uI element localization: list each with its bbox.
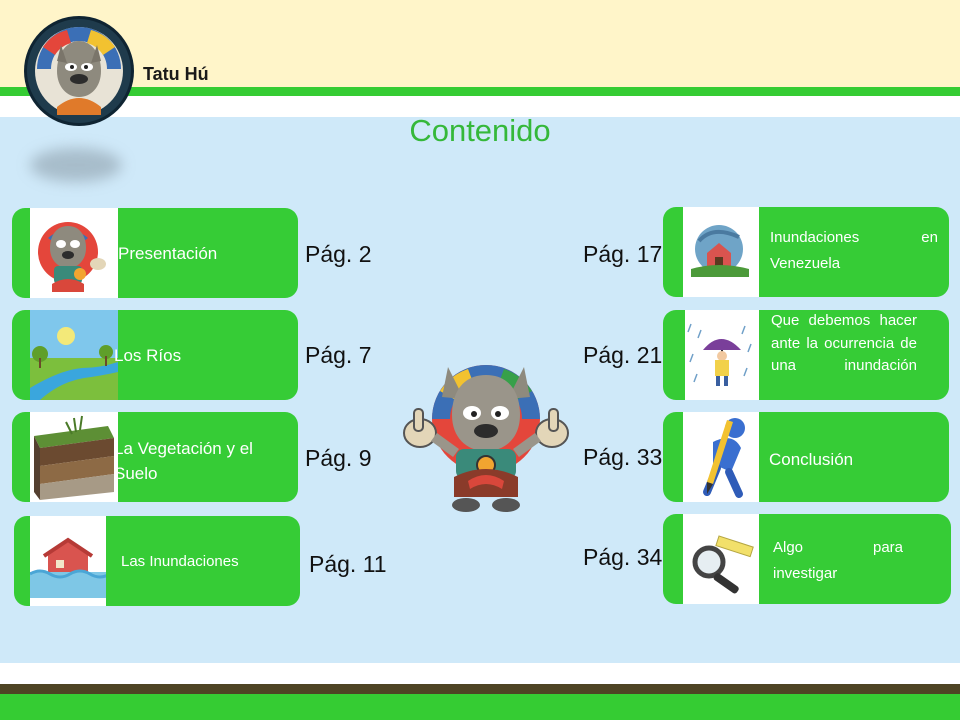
toc-page-number: Pág. 17 — [583, 241, 663, 267]
toc-item-algo-investigar[interactable]: Algo para investigar — [663, 514, 951, 604]
toc-item-presentacion[interactable]: Presentación — [12, 208, 298, 298]
toc-item-conclusion[interactable]: Conclusión — [663, 412, 949, 502]
figure-with-pencil-icon — [683, 412, 759, 502]
toc-page-number: Pág. 9 — [305, 445, 372, 471]
toc-page-number: Pág. 11 — [309, 551, 387, 577]
toc-page-number: Pág. 2 — [305, 241, 372, 267]
toc-page-number: Pág. 7 — [305, 342, 372, 368]
footer-dark-stripe — [0, 684, 960, 694]
toc-label: Las Inundaciones — [121, 553, 239, 570]
magnifying-glass-icon — [683, 514, 759, 604]
toc-label: Conclusión — [769, 450, 854, 469]
toc-item-que-hacer[interactable]: Que debemos hacer ante la ocurrencia de … — [663, 310, 949, 400]
toc-page-number: Pág. 21 — [583, 342, 663, 368]
person-umbrella-rain-icon — [685, 310, 759, 400]
toc-label: Inundaciones en Venezuela — [770, 229, 938, 272]
toc-label: La Vegetación y el Suelo — [114, 439, 253, 483]
toc-item-vegetacion-suelo[interactable]: La Vegetación y el Suelo — [12, 412, 298, 502]
toc-page-number: Pág. 33 — [583, 444, 663, 470]
toc-label: Algo para investigar — [773, 539, 903, 582]
armadillo-logo-icon — [27, 19, 131, 123]
toc-page-number: Pág. 34 — [583, 544, 663, 570]
flooded-house-icon — [30, 516, 106, 606]
soil-layers-icon — [30, 412, 118, 502]
river-landscape-icon — [30, 310, 118, 400]
header-green-stripe — [0, 87, 960, 96]
toc-item-inundaciones-venezuela[interactable]: Inundaciones en Venezuela — [663, 207, 949, 297]
toc-label: Los Ríos — [114, 346, 182, 365]
storm-house-icon — [683, 207, 759, 297]
footer-green-stripe — [0, 694, 960, 720]
toc-item-los-rios[interactable]: Los Ríos — [12, 310, 298, 400]
toc-item-inundaciones[interactable]: Las Inundaciones — [14, 516, 300, 606]
page-title: Contenido — [409, 113, 551, 148]
decorative-shadow — [30, 148, 122, 182]
armadillo-mascot-thumbs-up-icon — [398, 357, 574, 517]
brand-name: Tatu Hú — [143, 64, 209, 84]
toc-label: Presentación — [118, 244, 218, 263]
armadillo-mascot-icon — [30, 208, 118, 298]
toc-label: Que debemos hacer ante la ocurrencia de … — [771, 312, 917, 374]
